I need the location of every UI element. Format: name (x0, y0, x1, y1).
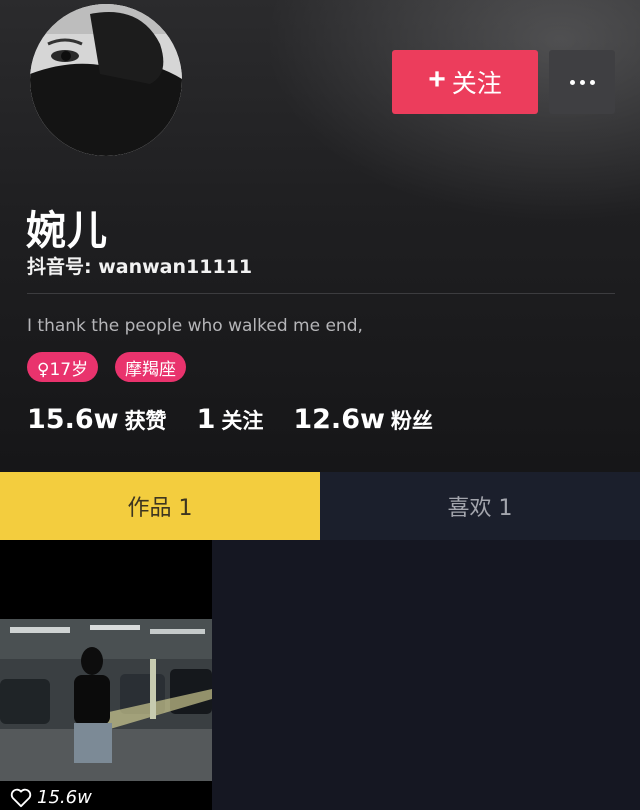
video-like-count-text: 15.6w (37, 787, 92, 808)
douyin-id: 抖音号: wanwan11111 (27, 256, 253, 278)
following-label: 关注 (221, 409, 264, 433)
following-count: 1 (196, 404, 216, 435)
tab-likes[interactable]: 喜欢 1 (320, 472, 640, 540)
follow-button-label: 关注 (451, 70, 502, 98)
avatar[interactable] (30, 4, 182, 156)
video-thumbnail (0, 619, 212, 781)
plus-icon: + (428, 63, 446, 96)
likes-label: 获赞 (124, 409, 167, 433)
avatar-image (30, 4, 182, 156)
fans-stat[interactable]: 12.6w 粉丝 (293, 404, 433, 435)
heart-outline-icon (10, 788, 32, 807)
fans-label: 粉丝 (390, 409, 433, 433)
more-options-button[interactable] (549, 50, 615, 114)
video-grid-empty (212, 540, 640, 810)
divider (27, 293, 615, 294)
follow-button[interactable]: + 关注 (392, 50, 538, 114)
following-stat[interactable]: 1 关注 (197, 404, 264, 435)
tab-works[interactable]: 作品 1 (0, 472, 320, 540)
profile-name: 婉儿 (26, 208, 108, 254)
age-tag: ♀17岁 (27, 352, 99, 382)
zodiac-tag: 摩羯座 (115, 352, 186, 382)
profile-bio: I thank the people who walked me end, (27, 316, 363, 336)
ellipsis-icon (569, 79, 575, 85)
video-tile[interactable]: 15.6w (0, 540, 212, 810)
likes-stat: 15.6w 获赞 (27, 404, 167, 435)
fans-count: 12.6w (293, 404, 385, 435)
video-like-count: 15.6w (10, 787, 92, 808)
likes-count: 15.6w (27, 404, 119, 435)
profile-stats: 15.6w 获赞 1 关注 12.6w 粉丝 (27, 404, 463, 435)
